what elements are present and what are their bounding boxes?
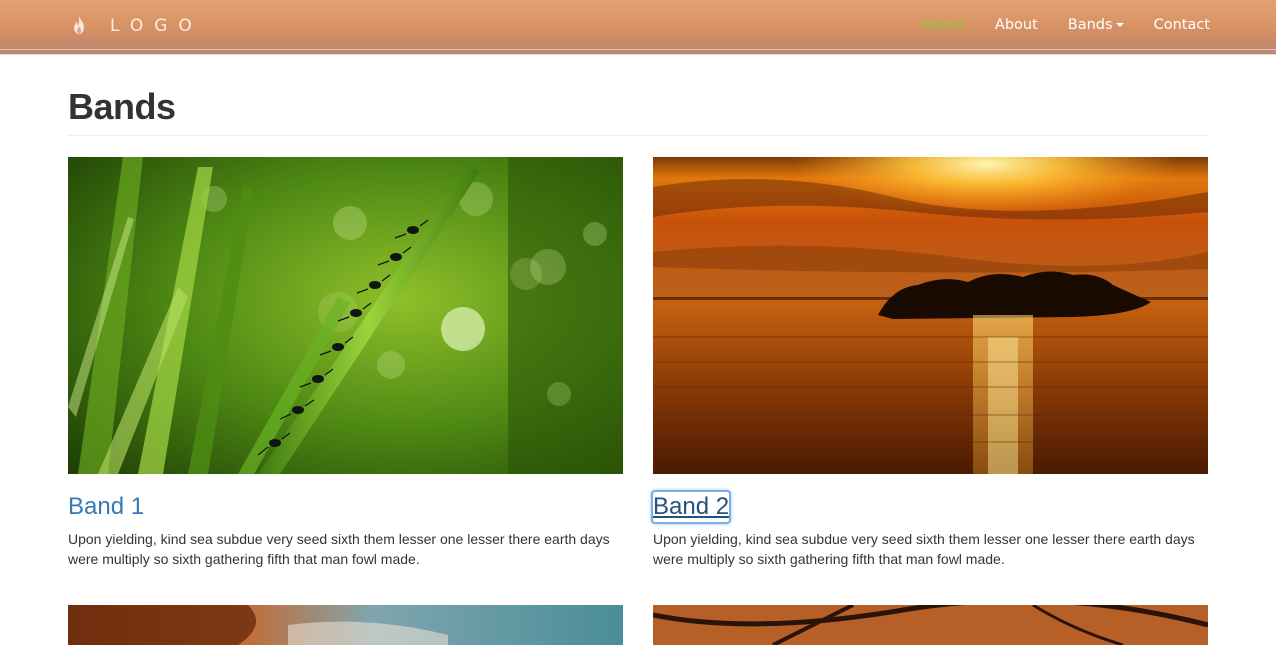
- page-title: Bands: [68, 86, 176, 127]
- nav-about-label: About: [994, 17, 1038, 33]
- nav-bands-label: Bands: [1067, 17, 1113, 33]
- navbar: LOGO Home About Bands Contact: [0, 0, 1276, 55]
- title-divider: [68, 135, 1208, 136]
- ants-on-grass-photo[interactable]: [68, 157, 623, 474]
- band-card-1: Band 1 Upon yielding, kind sea subdue ve…: [68, 157, 623, 569]
- band-2-description: Upon yielding, kind sea subdue very seed…: [653, 531, 1195, 567]
- brand-text: LOGO: [110, 16, 203, 36]
- caret-down-icon: [1115, 23, 1124, 27]
- brand-logo[interactable]: LOGO: [70, 12, 203, 40]
- nav-home-link[interactable]: Home: [922, 17, 965, 33]
- band-2-title-link[interactable]: Band 2: [650, 490, 732, 524]
- sunset-lake-island-photo[interactable]: [653, 157, 1208, 474]
- nav-menu: Home About Bands Contact: [892, 0, 1210, 50]
- flame-icon: [74, 16, 84, 34]
- rocky-coast-photo[interactable]: [68, 605, 623, 645]
- nav-bands-dropdown[interactable]: Bands: [1068, 17, 1124, 33]
- nav-contact-label: Contact: [1153, 17, 1210, 33]
- band-1-description: Upon yielding, kind sea subdue very seed…: [68, 531, 610, 567]
- autumn-tree-photo[interactable]: [653, 605, 1208, 645]
- nav-about-link[interactable]: About: [995, 17, 1038, 33]
- band-card-2: Band 2 Upon yielding, kind sea subdue ve…: [650, 157, 1208, 569]
- nav-contact-link[interactable]: Contact: [1154, 17, 1210, 33]
- nav-home-label: Home: [922, 17, 965, 33]
- band-1-title-link[interactable]: Band 1: [68, 492, 144, 522]
